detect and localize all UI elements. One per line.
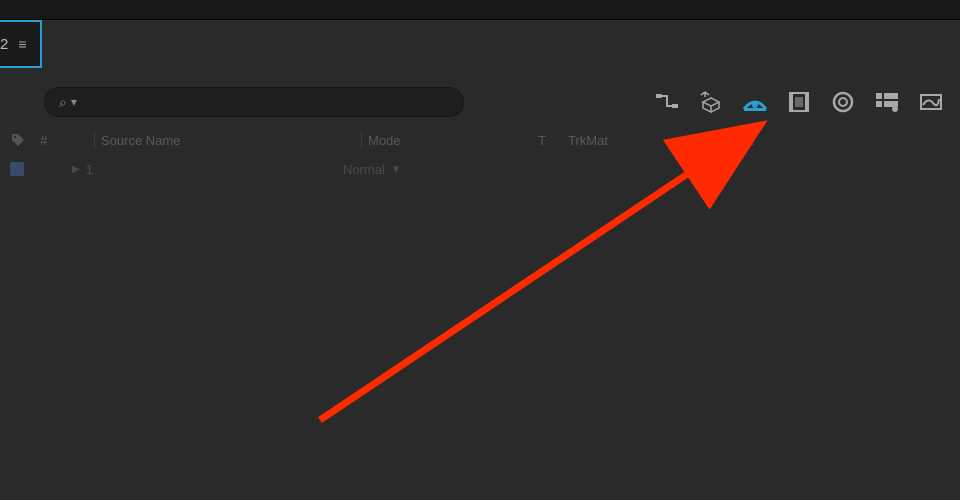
parent-column-header[interactable]: Parent (715, 133, 960, 148)
frame-blend-icon[interactable] (786, 89, 812, 115)
search-caret: ▾ (71, 95, 77, 109)
column-divider (94, 131, 95, 149)
timeline-toolbar: ⌕ ▾ (0, 78, 960, 126)
layer-index: 1 (86, 162, 93, 177)
flow-icon[interactable] (654, 89, 680, 115)
search-icon: ⌕ (59, 94, 67, 111)
composition-tab[interactable]: 2 ≡ (0, 20, 42, 68)
layer-row[interactable]: ▶ 1 Normal ▾ (0, 154, 960, 184)
app-top-bar (0, 0, 960, 20)
panel-tab-strip: 2 ≡ (0, 20, 960, 70)
source-name-column-header[interactable]: Source Name (101, 133, 361, 148)
graph-editor-icon[interactable] (874, 89, 900, 115)
column-headers: # Source Name Mode T TrkMat Parent (0, 126, 960, 154)
twirl-icon[interactable]: ▶ (72, 164, 80, 175)
motion-blur-icon[interactable] (830, 89, 856, 115)
3d-cube-icon[interactable] (698, 89, 724, 115)
annotation-arrow (0, 0, 960, 500)
column-divider (708, 131, 709, 149)
toolbar-icon-group (654, 89, 950, 115)
blend-mode-dropdown[interactable]: Normal ▾ (343, 161, 399, 177)
label-color-column[interactable] (10, 132, 40, 148)
panel-menu-icon[interactable]: ≡ (18, 37, 26, 51)
tab-label: 2 (0, 36, 8, 53)
search-input[interactable]: ⌕ ▾ (44, 87, 464, 117)
t-column-header[interactable]: T (538, 133, 568, 148)
trkmat-column-header[interactable]: TrkMat (568, 133, 708, 148)
index-column-header[interactable]: # (40, 133, 94, 148)
chevron-down-icon: ▾ (393, 161, 400, 177)
mode-column-header[interactable]: Mode (368, 133, 538, 148)
shy-layers-icon[interactable] (742, 89, 768, 115)
column-divider (361, 131, 362, 149)
brainstorm-icon[interactable] (918, 89, 944, 115)
layer-color-swatch[interactable] (10, 162, 24, 176)
